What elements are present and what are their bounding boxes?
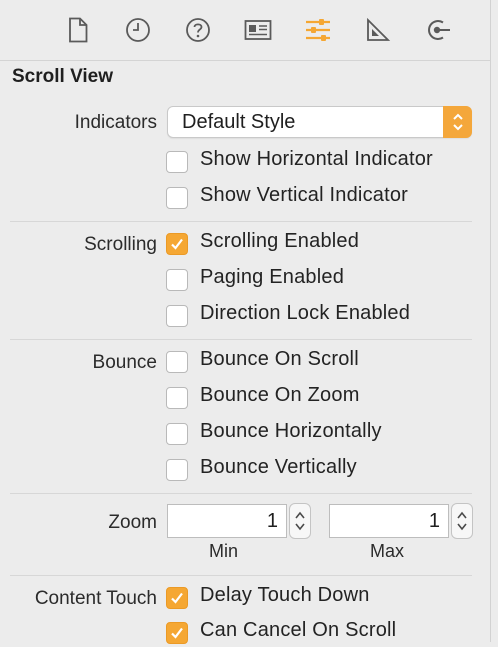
divider	[10, 575, 472, 576]
checkbox-label: Delay Touch Down	[200, 584, 370, 606]
divider	[10, 221, 472, 222]
zoom-min-value: 1	[266, 510, 278, 532]
scrolling-label: Scrolling	[84, 234, 157, 255]
checkbox-label: Bounce Horizontally	[200, 420, 382, 442]
question-icon[interactable]	[182, 14, 214, 46]
checkbox-label: Bounce Vertically	[200, 456, 357, 478]
checkmark-icon	[171, 592, 183, 604]
divider	[10, 493, 472, 494]
checkbox-box[interactable]	[166, 187, 188, 209]
checkbox-box[interactable]	[166, 423, 188, 445]
checkbox-label: Can Cancel On Scroll	[200, 619, 397, 641]
checkbox-label: Bounce On Zoom	[200, 384, 360, 406]
identity-card-icon[interactable]	[242, 14, 274, 46]
divider	[10, 339, 472, 340]
checkbox-box[interactable]	[166, 233, 188, 255]
zoom-max-stepper[interactable]	[451, 503, 473, 539]
indicator-style-value: Default Style	[182, 111, 296, 133]
zoom-min-caption: Min	[209, 541, 239, 561]
checkbox-box[interactable]	[166, 269, 188, 291]
zoom-min-field[interactable]: 1	[167, 504, 287, 538]
checkbox-label: Scrolling Enabled	[200, 230, 360, 252]
clock-icon[interactable]	[122, 14, 154, 46]
bounce-label: Bounce	[92, 352, 157, 373]
checkbox-label: Show Vertical Indicator	[200, 184, 409, 206]
zoom-max-caption: Max	[370, 541, 405, 561]
checkmark-icon	[171, 627, 183, 639]
popup-chevrons-icon[interactable]	[443, 106, 472, 138]
stepper-arrows-icon	[457, 511, 467, 531]
section-title: Scroll View	[12, 66, 114, 87]
zoom-max-value: 1	[428, 510, 440, 532]
checkbox-label: Show Horizontal Indicator	[200, 148, 433, 170]
inspector-toolbar	[0, 0, 490, 61]
checkbox-label: Paging Enabled	[200, 266, 345, 288]
checkbox-box[interactable]	[166, 459, 188, 481]
checkbox-box[interactable]	[166, 587, 188, 609]
zoom-max-field[interactable]: 1	[329, 504, 449, 538]
ruler-icon[interactable]	[362, 14, 394, 46]
sliders-icon[interactable]	[302, 14, 334, 46]
checkbox-label: Direction Lock Enabled	[200, 302, 411, 324]
indicators-label: Indicators	[74, 112, 157, 133]
connections-icon[interactable]	[422, 14, 454, 46]
checkbox-label: Bounce On Scroll	[200, 348, 359, 370]
checkbox-box[interactable]	[166, 622, 188, 644]
document-icon[interactable]	[62, 14, 94, 46]
indicator-style-popup[interactable]: Default Style	[167, 106, 472, 138]
checkmark-icon	[171, 238, 183, 250]
content-touch-label: Content Touch	[34, 588, 157, 609]
zoom-min-stepper[interactable]	[289, 503, 311, 539]
checkbox-box[interactable]	[166, 351, 188, 373]
zoom-label: Zoom	[108, 512, 157, 533]
stepper-arrows-icon	[295, 511, 305, 531]
panel-edge	[490, 0, 491, 642]
checkbox-box[interactable]	[166, 151, 188, 173]
checkbox-box[interactable]	[166, 305, 188, 327]
checkbox-box[interactable]	[166, 387, 188, 409]
